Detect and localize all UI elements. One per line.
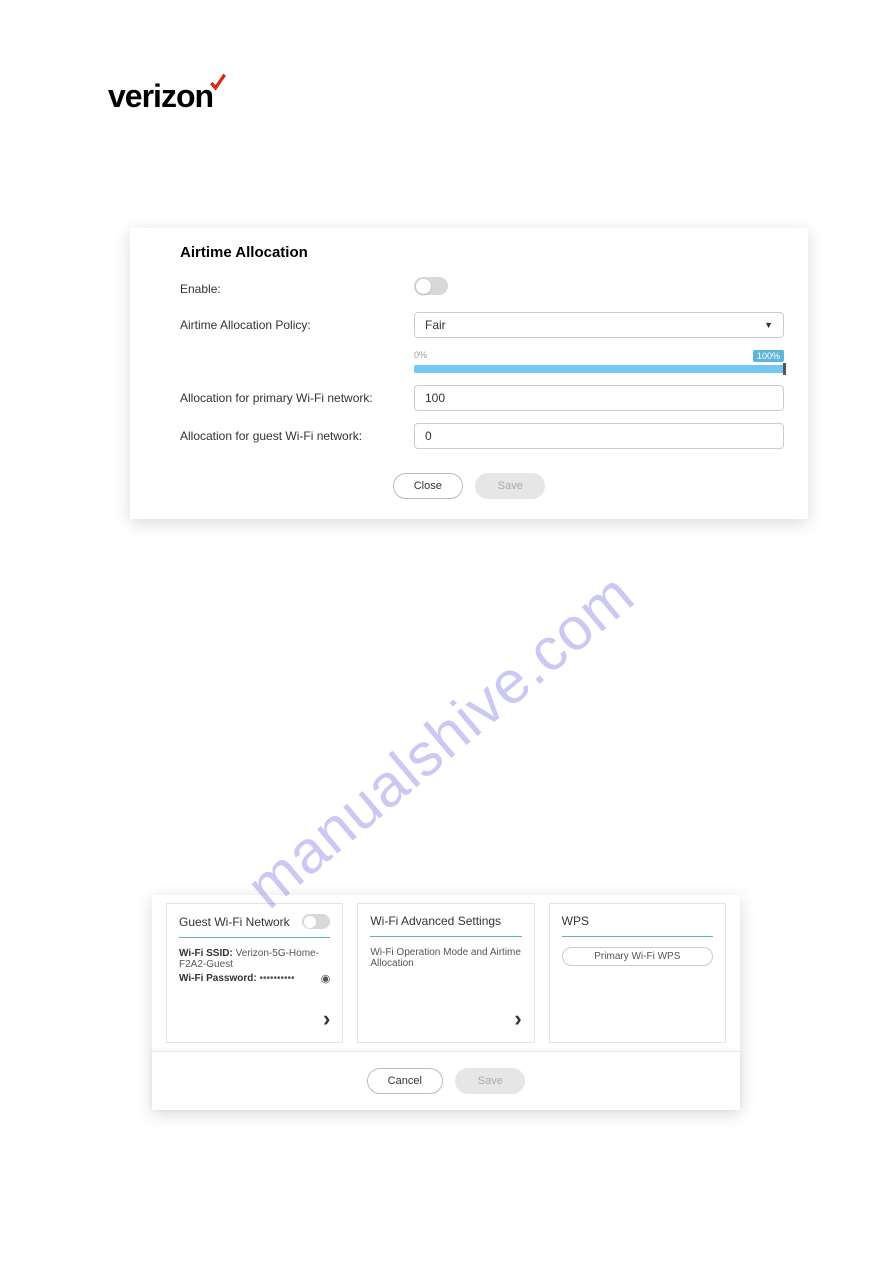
pwd-value: •••••••••• [259,973,294,984]
pwd-label: Wi-Fi Password: [179,973,257,984]
guest-wifi-card: Guest Wi-Fi Network Wi-Fi SSID: Verizon-… [166,903,343,1043]
guest-wifi-arrow-icon[interactable]: › [179,1006,330,1032]
toggle-knob [416,279,431,294]
airtime-allocation-panel: Airtime Allocation Enable: Airtime Alloc… [130,228,808,519]
chevron-down-icon: ▼ [764,320,773,330]
close-button[interactable]: Close [393,473,463,499]
allocation-slider[interactable] [414,365,784,373]
toggle-knob [304,916,316,928]
advanced-title: Wi-Fi Advanced Settings [370,914,501,928]
save-button-2[interactable]: Save [455,1068,525,1094]
advanced-arrow-icon[interactable]: › [370,1006,521,1032]
policy-select[interactable]: Fair ▼ [414,312,784,338]
wps-card: WPS Primary Wi-Fi WPS [549,903,726,1043]
save-button[interactable]: Save [475,473,545,499]
logo-text: verizon [108,78,213,114]
wps-title: WPS [562,914,589,928]
wifi-cards-panel: Guest Wi-Fi Network Wi-Fi SSID: Verizon-… [152,895,740,1110]
enable-label: Enable: [180,282,414,296]
primary-alloc-label: Allocation for primary Wi-Fi network: [180,391,414,405]
primary-alloc-input[interactable]: 100 [414,385,784,411]
primary-wps-button[interactable]: Primary Wi-Fi WPS [562,947,713,966]
logo-check-icon [208,64,228,101]
advanced-desc: Wi-Fi Operation Mode and Airtime Allocat… [370,947,521,969]
enable-toggle[interactable] [414,277,448,295]
guest-wifi-toggle[interactable] [302,914,330,929]
guest-wifi-title: Guest Wi-Fi Network [179,915,290,929]
advanced-settings-card: Wi-Fi Advanced Settings Wi-Fi Operation … [357,903,534,1043]
cancel-button[interactable]: Cancel [367,1068,443,1094]
policy-label: Airtime Allocation Policy: [180,318,414,332]
slider-handle[interactable] [783,363,786,375]
slider-min: 0% [414,350,427,362]
guest-alloc-input[interactable]: 0 [414,423,784,449]
guest-alloc-label: Allocation for guest Wi-Fi network: [180,429,414,443]
policy-value: Fair [425,318,446,332]
airtime-title: Airtime Allocation [180,244,784,261]
slider-max: 100% [753,350,784,362]
verizon-logo: verizon [108,78,233,115]
eye-icon[interactable]: ◉ [321,972,331,985]
ssid-label: Wi-Fi SSID: [179,948,233,959]
